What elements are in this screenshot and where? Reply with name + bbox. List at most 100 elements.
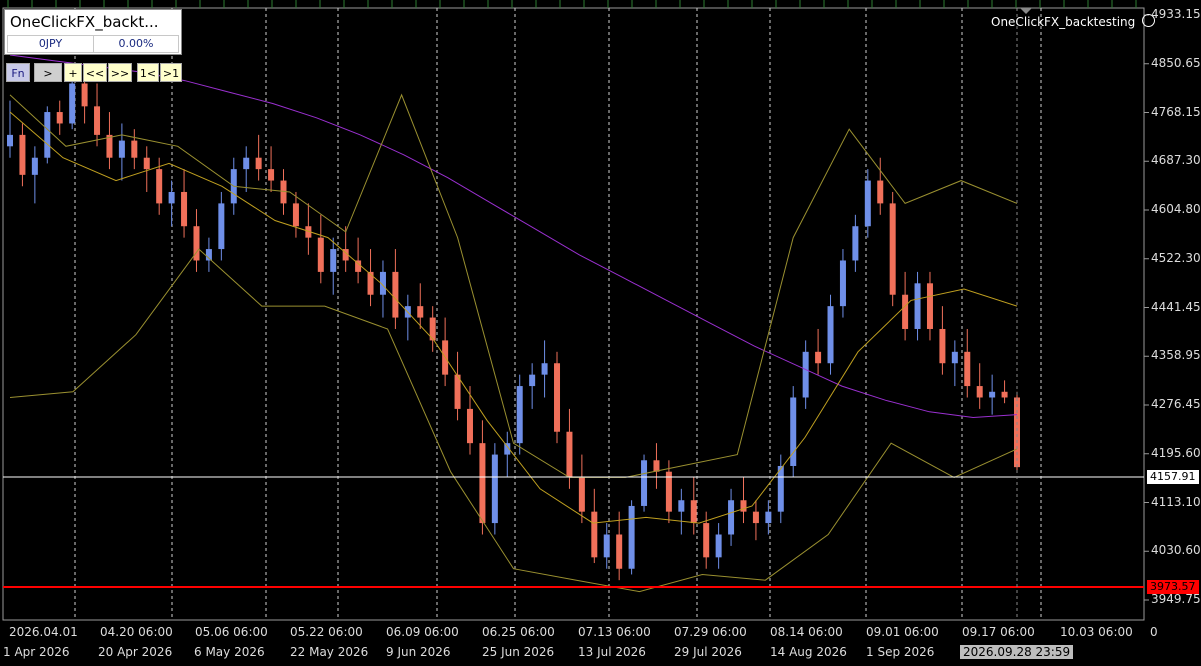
- price-label: 4195.60: [1151, 445, 1201, 460]
- candle-body: [864, 180, 871, 227]
- time-label-upper: 06.25 06:00: [482, 625, 555, 639]
- candle-body: [740, 500, 747, 512]
- panel-title: OneClickFX_backt...: [10, 13, 159, 31]
- candle-body: [466, 408, 473, 444]
- candle-body: [392, 271, 399, 318]
- ea-name-label: OneClickFX_backtesting: [991, 13, 1156, 29]
- price-label: 4441.45: [1151, 299, 1201, 314]
- zero-label: 0: [1150, 625, 1158, 639]
- candle-body: [1014, 397, 1020, 468]
- price-label: 4522.30: [1151, 250, 1201, 265]
- price-label: 4604.80: [1151, 202, 1201, 216]
- fast-forward-button[interactable]: >>: [108, 63, 132, 82]
- candle-body: [951, 351, 958, 364]
- play-button[interactable]: >: [34, 63, 62, 82]
- candle-body: [603, 534, 610, 558]
- time-label-upper: 07.13 06:00: [578, 625, 651, 639]
- candle-body: [479, 443, 486, 524]
- candle-body: [255, 157, 262, 170]
- candle-body: [728, 500, 735, 535]
- price-label: 4850.65: [1151, 55, 1201, 70]
- price-label: 4358.95: [1151, 348, 1201, 363]
- candle-body: [902, 294, 909, 329]
- candle-body: [653, 460, 660, 472]
- candle-body: [914, 283, 921, 329]
- candle-body: [628, 505, 635, 569]
- candle-body: [1001, 391, 1008, 398]
- candle-body: [529, 374, 536, 387]
- candle-body: [641, 460, 648, 506]
- time-label-upper: 09.17 06:00: [962, 625, 1035, 639]
- candle-body: [69, 83, 76, 124]
- candle-body: [926, 283, 933, 329]
- candle-body: [44, 112, 51, 158]
- step-forward-button[interactable]: >1: [160, 63, 182, 82]
- candle-body: [566, 431, 573, 478]
- candle-body: [665, 471, 672, 512]
- candle-body: [703, 523, 710, 558]
- candle-body: [777, 465, 784, 512]
- price-label: 4933.15: [1151, 7, 1201, 21]
- candle-body: [292, 203, 299, 227]
- chart-area[interactable]: [0, 0, 1201, 662]
- candle-body: [852, 226, 859, 261]
- percent-cell: 0.00%: [93, 35, 179, 53]
- candle-body: [678, 500, 685, 512]
- time-label-upper: 10.03 06:00: [1060, 625, 1133, 639]
- chart-background: [0, 0, 1201, 662]
- time-label-lower: 14 Aug 2026: [770, 645, 847, 659]
- level-price-tag: 3973.57: [1147, 580, 1199, 594]
- candle-body: [491, 454, 498, 524]
- candle-body: [616, 534, 623, 569]
- current-time-tag: 2026.09.28 23:59: [960, 645, 1074, 659]
- time-label-lower: 22 May 2026: [290, 645, 369, 659]
- candle-body: [752, 511, 759, 524]
- candle-body: [367, 271, 374, 295]
- time-label-lower: 9 Jun 2026: [386, 645, 451, 659]
- candle-body: [939, 328, 946, 364]
- time-label-upper: 07.29 06:00: [674, 625, 747, 639]
- candle-body: [889, 203, 896, 295]
- symbol-cell: 0JPY: [7, 35, 94, 53]
- step-back-button[interactable]: 1<: [137, 63, 159, 82]
- candle-body: [591, 511, 598, 558]
- time-label-lower: 20 Apr 2026: [98, 645, 173, 659]
- rewind-button[interactable]: <<: [83, 63, 107, 82]
- ea-name-text: OneClickFX_backtesting: [991, 15, 1136, 29]
- candle-body: [143, 157, 150, 170]
- price-label: 3949.75: [1151, 592, 1201, 606]
- candle-body: [94, 106, 101, 135]
- time-label-upper: 06.09 06:00: [386, 625, 459, 639]
- candle-body: [964, 351, 971, 387]
- time-label-lower: 13 Jul 2026: [578, 645, 646, 659]
- candle-body: [516, 386, 523, 444]
- time-label-upper: 04.20 06:00: [100, 625, 173, 639]
- candle-body: [839, 260, 846, 307]
- candle-body: [827, 306, 834, 364]
- candle-body: [330, 249, 337, 272]
- candle-body: [19, 134, 26, 175]
- time-label-lower: 6 May 2026: [194, 645, 265, 659]
- fn-button[interactable]: Fn: [6, 63, 30, 82]
- price-label: 4276.45: [1151, 397, 1201, 411]
- price-label: 4030.60: [1151, 543, 1201, 558]
- time-label-upper: 08.14 06:00: [770, 625, 843, 639]
- candle-body: [181, 191, 188, 227]
- candle-body: [218, 203, 225, 250]
- candle-body: [317, 237, 324, 272]
- candle-body: [56, 112, 63, 124]
- price-chart[interactable]: [0, 0, 1201, 662]
- plus-button[interactable]: +: [64, 63, 82, 82]
- candle-body: [81, 83, 88, 107]
- candle-body: [802, 351, 809, 398]
- candle-body: [243, 157, 250, 170]
- time-label-lower: 1 Apr 2026: [3, 645, 70, 659]
- trade-panel: OneClickFX_backt... 0JPY 0.00%: [4, 9, 182, 55]
- time-label-upper: 05.22 06:00: [290, 625, 363, 639]
- time-label-lower: 25 Jun 2026: [482, 645, 555, 659]
- candle-body: [541, 363, 548, 375]
- candle-body: [268, 169, 275, 181]
- candle-body: [765, 511, 772, 524]
- candle-body: [578, 477, 585, 512]
- candle-body: [976, 386, 983, 398]
